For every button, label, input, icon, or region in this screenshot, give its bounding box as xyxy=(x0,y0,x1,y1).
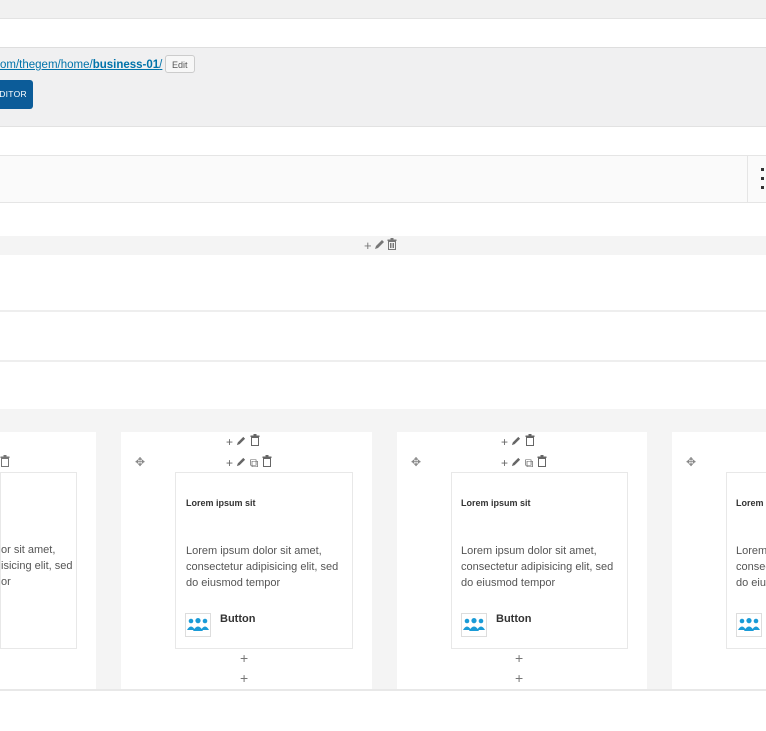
button-label: Button xyxy=(496,613,532,625)
add-icon[interactable]: + xyxy=(501,456,508,470)
title-field-area xyxy=(0,19,766,48)
move-icon[interactable]: ✥ xyxy=(135,455,145,469)
add-icon[interactable]: + xyxy=(226,435,233,449)
trash-icon[interactable] xyxy=(262,455,272,470)
trash-icon[interactable] xyxy=(525,434,535,449)
card-title: Lorem ipsum sit xyxy=(461,498,531,508)
card-title: Lorem ipsum sit xyxy=(186,498,256,508)
trash-icon[interactable] xyxy=(537,455,547,470)
move-icon[interactable]: ✥ xyxy=(411,455,421,469)
pencil-icon[interactable] xyxy=(374,236,385,255)
permalink-link[interactable]: om/thegem/home/business-01/ xyxy=(0,59,162,71)
trash-icon[interactable] xyxy=(387,236,397,255)
copy-icon[interactable]: ⧉ xyxy=(525,456,534,470)
grip-icon[interactable] xyxy=(761,168,766,190)
row-controls: + xyxy=(364,236,399,255)
empty-row xyxy=(0,312,766,362)
icon-box-card[interactable]: Lorem Loremconsecdo eiu xyxy=(726,472,766,649)
panel-divider xyxy=(747,155,748,203)
trash-icon[interactable] xyxy=(250,434,260,449)
icon-box-card[interactable]: or sit amet, isicing elit, sed or xyxy=(0,472,77,649)
editor-panel-bar xyxy=(0,155,766,203)
icon-box-card[interactable]: Lorem ipsum sit Lorem ipsum dolor sit am… xyxy=(175,472,353,649)
add-element-icon[interactable]: + xyxy=(515,671,523,685)
team-icon xyxy=(461,613,487,637)
copy-icon[interactable]: ⧉ xyxy=(250,456,259,470)
team-icon xyxy=(185,613,211,637)
icon-box-card[interactable]: Lorem ipsum sit Lorem ipsum dolor sit am… xyxy=(451,472,628,649)
element-controls: + ⧉ xyxy=(226,455,272,470)
pencil-icon[interactable] xyxy=(511,435,521,449)
backend-editor-button[interactable]: DITOR xyxy=(0,80,33,109)
pencil-icon[interactable] xyxy=(511,456,521,470)
edit-permalink-button[interactable]: Edit xyxy=(165,55,195,73)
add-icon[interactable]: + xyxy=(501,435,508,449)
card-text: Loremconsecdo eiu xyxy=(736,545,766,589)
add-element-icon[interactable]: + xyxy=(240,651,248,665)
empty-row xyxy=(0,362,766,409)
pencil-icon[interactable] xyxy=(236,456,246,470)
card-text: Lorem ipsum dolor sit amet, consectetur a… xyxy=(461,545,614,589)
permalink-slug: business-01 xyxy=(92,59,160,71)
trash-icon[interactable] xyxy=(0,455,10,470)
section-row xyxy=(0,409,766,691)
column-controls: + xyxy=(226,434,260,449)
pencil-icon[interactable] xyxy=(236,435,246,449)
add-icon[interactable]: + xyxy=(364,236,372,255)
top-toolbar xyxy=(0,0,766,19)
empty-row xyxy=(0,256,766,312)
card-text: Lorem ipsum dolor sit amet, consectetur a… xyxy=(186,545,339,589)
button-label: Button xyxy=(220,613,256,625)
card-text: or sit amet, isicing elit, sed or xyxy=(1,544,73,588)
spacer xyxy=(0,127,766,155)
card-title: Lorem xyxy=(736,498,764,508)
move-icon[interactable]: ✥ xyxy=(686,455,696,469)
add-icon[interactable]: + xyxy=(226,456,233,470)
add-element-icon[interactable]: + xyxy=(240,671,248,685)
column-controls: + xyxy=(501,434,535,449)
element-controls: + ⧉ xyxy=(501,455,547,470)
team-icon xyxy=(736,613,762,637)
add-element-icon[interactable]: + xyxy=(515,651,523,665)
